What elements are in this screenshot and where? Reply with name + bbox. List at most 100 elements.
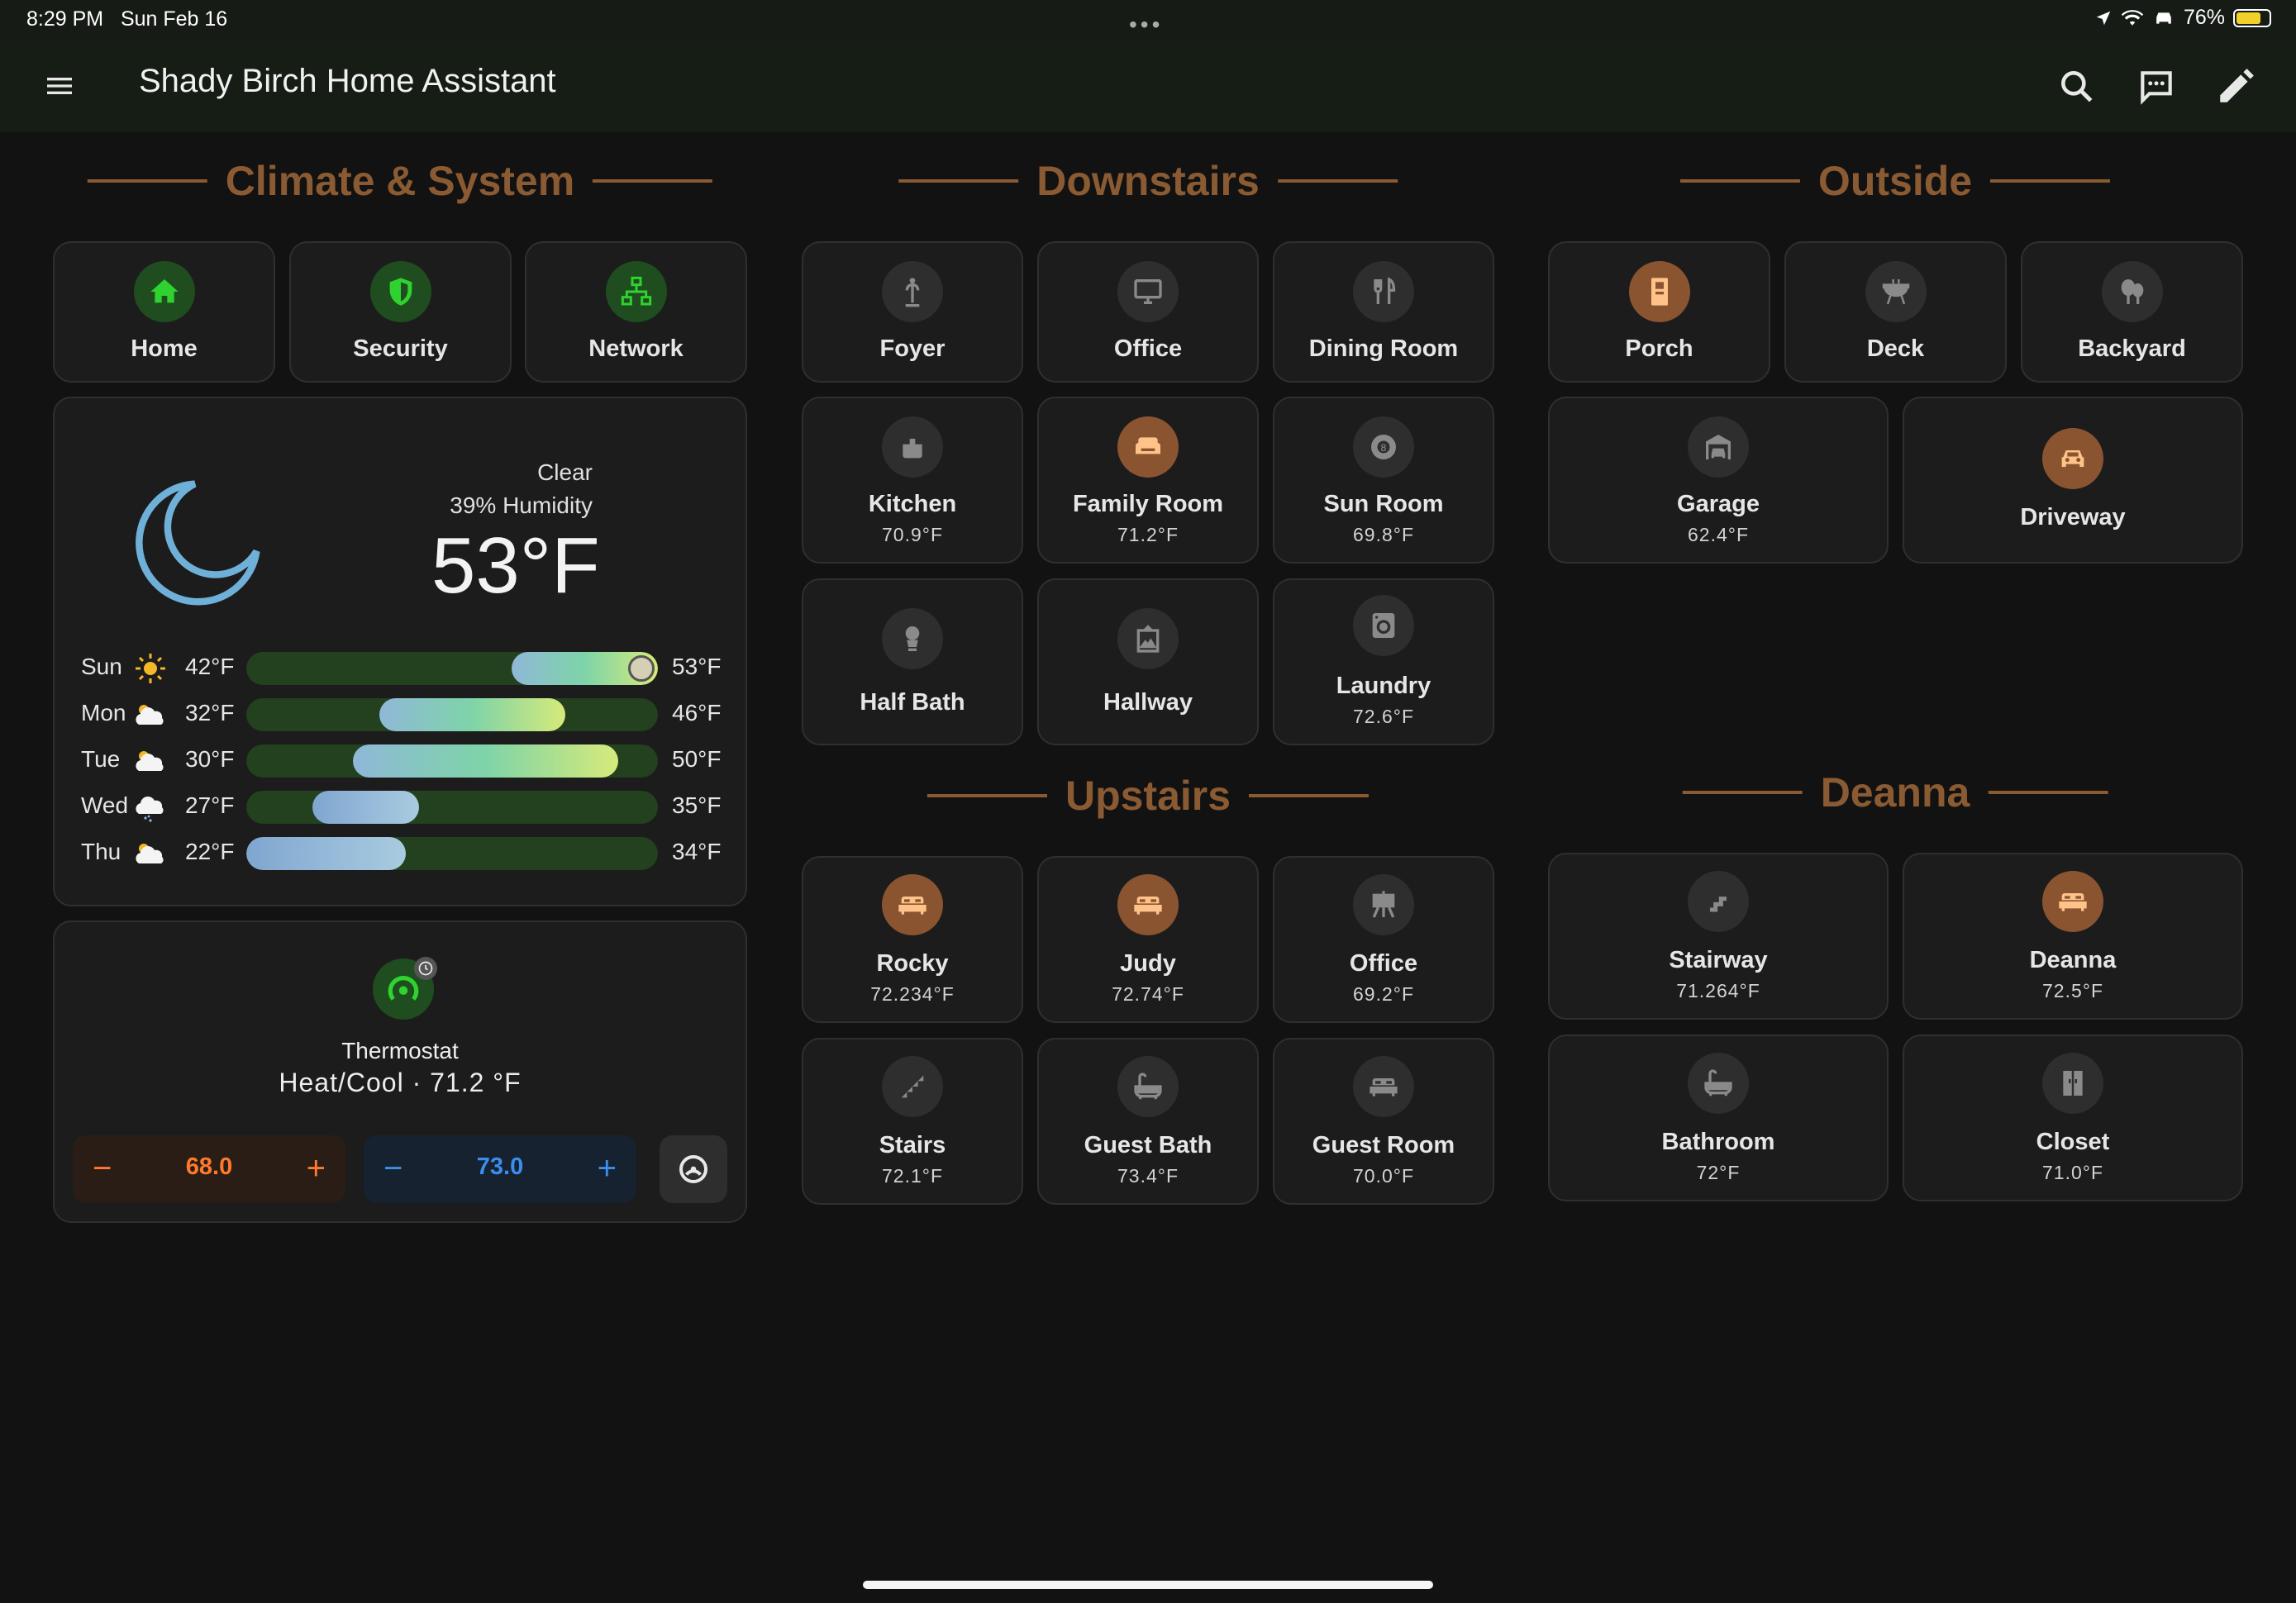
silverware-icon (1353, 261, 1414, 322)
forecast-range-track (246, 744, 658, 778)
room-temperature: 72.5°F (2041, 980, 2103, 1001)
car-icon (2042, 428, 2103, 489)
room-name: Family Room (1072, 491, 1224, 517)
toilet-icon (882, 608, 943, 669)
room-tile-garage[interactable]: Garage 62.4°F (1548, 397, 1889, 564)
room-tile-stairway[interactable]: Stairway 71.264°F (1548, 853, 1889, 1020)
tile-label: Security (353, 335, 448, 362)
room-tile-sun-room[interactable]: 8 Sun Room 69.8°F (1273, 397, 1494, 564)
battery-icon (2233, 8, 2271, 27)
forecast-low: 42°F (185, 654, 235, 679)
room-tile-deanna[interactable]: Deanna 72.5°F (1903, 853, 2243, 1020)
pot-icon (882, 416, 943, 478)
network-icon (605, 261, 667, 322)
room-tile-rocky[interactable]: Rocky 72.234°F (802, 856, 1023, 1023)
forecast-row: Tue 30°F 50°F (81, 744, 726, 778)
heat-setpoint-control: − 68.0 + (73, 1135, 345, 1203)
thermostat-card[interactable]: Thermostat Heat/Cool · 71.2 °F − 68.0 + … (53, 920, 747, 1223)
room-tile-half-bath[interactable]: Half Bath (802, 578, 1023, 745)
forecast-range-track (246, 791, 658, 824)
multitasking-dots-icon[interactable]: ••• (1129, 12, 1163, 38)
section-title: Climate & System (225, 158, 575, 204)
edit-pencil-icon[interactable] (2215, 66, 2256, 107)
room-name: Hallway (1103, 689, 1193, 716)
room-temperature: 72.1°F (881, 1165, 943, 1187)
room-tile-foyer[interactable]: Foyer (802, 241, 1023, 383)
garage-icon (1688, 416, 1749, 478)
room-temperature: 62.4°F (1687, 524, 1749, 545)
bed-icon (1117, 874, 1179, 935)
home-indicator[interactable] (863, 1581, 1433, 1589)
snow-cloud-icon (136, 797, 164, 822)
moon-icon (136, 480, 260, 606)
status-bar: 8:29 PM Sun Feb 16 ••• 76% (0, 0, 2296, 41)
forecast-row: Thu 22°F 34°F (81, 837, 726, 870)
room-tile-kitchen[interactable]: Kitchen 70.9°F (802, 397, 1023, 564)
room-tile-guest-room[interactable]: Guest Room 70.0°F (1273, 1038, 1494, 1205)
room-tile-dining-room[interactable]: Dining Room (1273, 241, 1494, 383)
room-tile-stairs[interactable]: Stairs 72.1°F (802, 1038, 1023, 1205)
car-status-icon (2156, 12, 2171, 24)
room-tile-driveway[interactable]: Driveway (1903, 397, 2243, 564)
room-tile-judy[interactable]: Judy 72.74°F (1037, 856, 1259, 1023)
section-header-outside: Outside (1679, 157, 2111, 205)
room-tile-porch[interactable]: Porch (1548, 241, 1770, 383)
wifi-icon (2121, 9, 2144, 26)
heat-increase-button[interactable]: + (307, 1150, 326, 1187)
thermostat-icon[interactable] (373, 957, 437, 1020)
room-temperature: 71.2°F (1117, 524, 1179, 545)
forecast-day: Sun (81, 654, 122, 679)
forecast-row: Mon 32°F 46°F (81, 698, 726, 731)
bed-icon (1353, 1056, 1414, 1117)
room-tile-hallway[interactable]: Hallway (1037, 578, 1259, 745)
room-name: Backyard (2078, 335, 2186, 362)
search-icon[interactable] (2056, 66, 2098, 107)
room-name: Rocky (876, 950, 949, 977)
status-date: Sun Feb 16 (120, 7, 228, 31)
tile-network[interactable]: Network (525, 241, 747, 383)
room-tile-backyard[interactable]: Backyard (2021, 241, 2243, 383)
room-tile-upstairs-office[interactable]: Office 69.2°F (1273, 856, 1494, 1023)
room-tile-deck[interactable]: Deck (1784, 241, 2007, 383)
forecast-low: 30°F (185, 746, 235, 772)
cloud-icon (136, 751, 164, 771)
menu-icon[interactable] (43, 69, 76, 102)
tile-home[interactable]: Home (53, 241, 275, 383)
forecast-range-track (246, 837, 658, 870)
forecast-low: 22°F (185, 839, 235, 864)
thermostat-mode-button[interactable] (660, 1135, 727, 1203)
sun-icon (136, 654, 165, 683)
forecast-row: Wed 27°F 35°F (81, 791, 726, 824)
forecast-range-fill (379, 698, 565, 731)
room-name: Stairway (1669, 947, 1768, 973)
room-name: Guest Room (1312, 1132, 1455, 1158)
room-name: Garage (1677, 491, 1760, 517)
forecast-day: Tue (81, 746, 121, 772)
forecast-high: 50°F (672, 746, 722, 772)
chat-icon[interactable] (2136, 66, 2177, 107)
room-tile-laundry[interactable]: Laundry 72.6°F (1273, 578, 1494, 745)
tile-label: Network (588, 335, 684, 362)
home-icon (133, 261, 195, 322)
thermostat-name: Thermostat (341, 1038, 459, 1063)
room-name: Bathroom (1661, 1129, 1775, 1155)
forecast-day: Wed (81, 792, 129, 818)
section-title: Downstairs (1036, 158, 1260, 204)
room-tile-closet[interactable]: Closet 71.0°F (1903, 1035, 2243, 1201)
weather-card[interactable]: Clear 39% Humidity 53°F Sun 42°F 53°F Mo… (53, 397, 747, 906)
forecast-low: 27°F (185, 792, 235, 818)
room-tile-family-room[interactable]: Family Room 71.2°F (1037, 397, 1259, 564)
section-title: Outside (1817, 158, 1973, 204)
room-tile-office[interactable]: Office (1037, 241, 1259, 383)
tile-security[interactable]: Security (289, 241, 512, 383)
stairs-icon (882, 1056, 943, 1117)
room-tile-guest-bath[interactable]: Guest Bath 73.4°F (1037, 1038, 1259, 1205)
forecast-day: Thu (81, 839, 121, 864)
forecast-range-fill (246, 837, 406, 870)
room-name: Judy (1120, 950, 1176, 977)
room-tile-bathroom[interactable]: Bathroom 72°F (1548, 1035, 1889, 1201)
cool-increase-button[interactable]: + (598, 1150, 617, 1187)
weather-condition: Clear (537, 459, 593, 485)
room-temperature: 72.6°F (1352, 706, 1414, 727)
coat-rack-icon (882, 261, 943, 322)
